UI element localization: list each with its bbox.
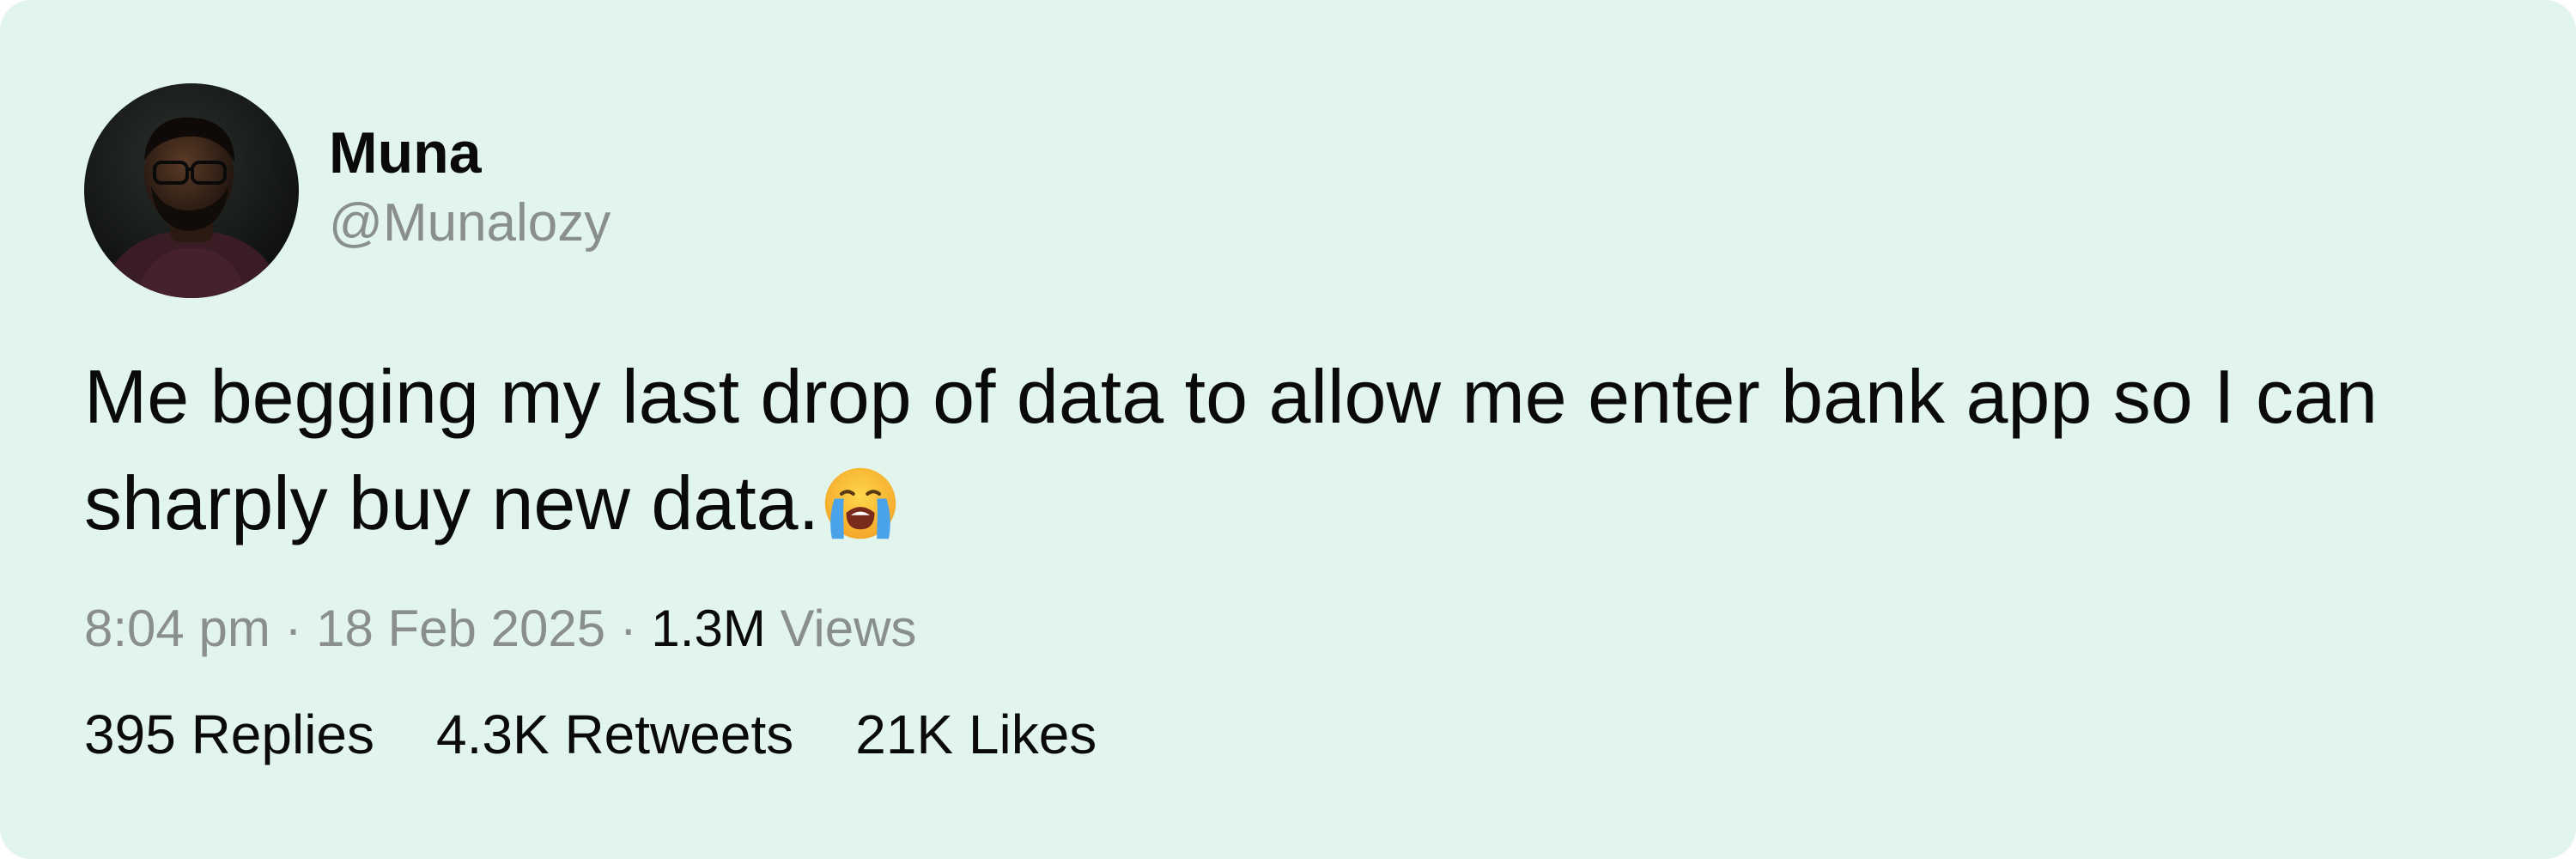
retweets-count[interactable]: 4.3K Retweets [436, 700, 793, 769]
tweet-meta: 8:04 pm · 18 Feb 2025 · 1.3M Views [84, 594, 916, 663]
likes-count[interactable]: 21K Likes [855, 700, 1097, 769]
replies-count[interactable]: 395 Replies [84, 700, 374, 769]
views-label: Views [780, 600, 917, 657]
views-count: 1.3M [651, 600, 766, 657]
author-info: Muna @Munalozy [329, 120, 611, 258]
meta-separator: · [619, 600, 637, 657]
loudly-crying-face-icon [824, 467, 896, 539]
profile-photo-icon [84, 83, 299, 298]
tweet-time[interactable]: 8:04 pm [84, 600, 270, 657]
tweet-header: Muna @Munalozy [84, 83, 611, 298]
author-handle[interactable]: @Munalozy [329, 189, 611, 258]
tweet-card: Muna @Munalozy Me begging my last drop o… [0, 0, 2576, 859]
tweet-text: Me begging my last drop of data to allow… [84, 344, 2523, 557]
tweet-date[interactable]: 18 Feb 2025 [316, 600, 605, 657]
avatar[interactable] [84, 83, 299, 298]
author-display-name[interactable]: Muna [329, 117, 611, 189]
meta-separator: · [284, 600, 302, 657]
tweet-text-content: Me begging my last drop of data to allow… [84, 354, 2378, 545]
tweet-stats: 395 Replies 4.3K Retweets 21K Likes [84, 700, 1097, 769]
